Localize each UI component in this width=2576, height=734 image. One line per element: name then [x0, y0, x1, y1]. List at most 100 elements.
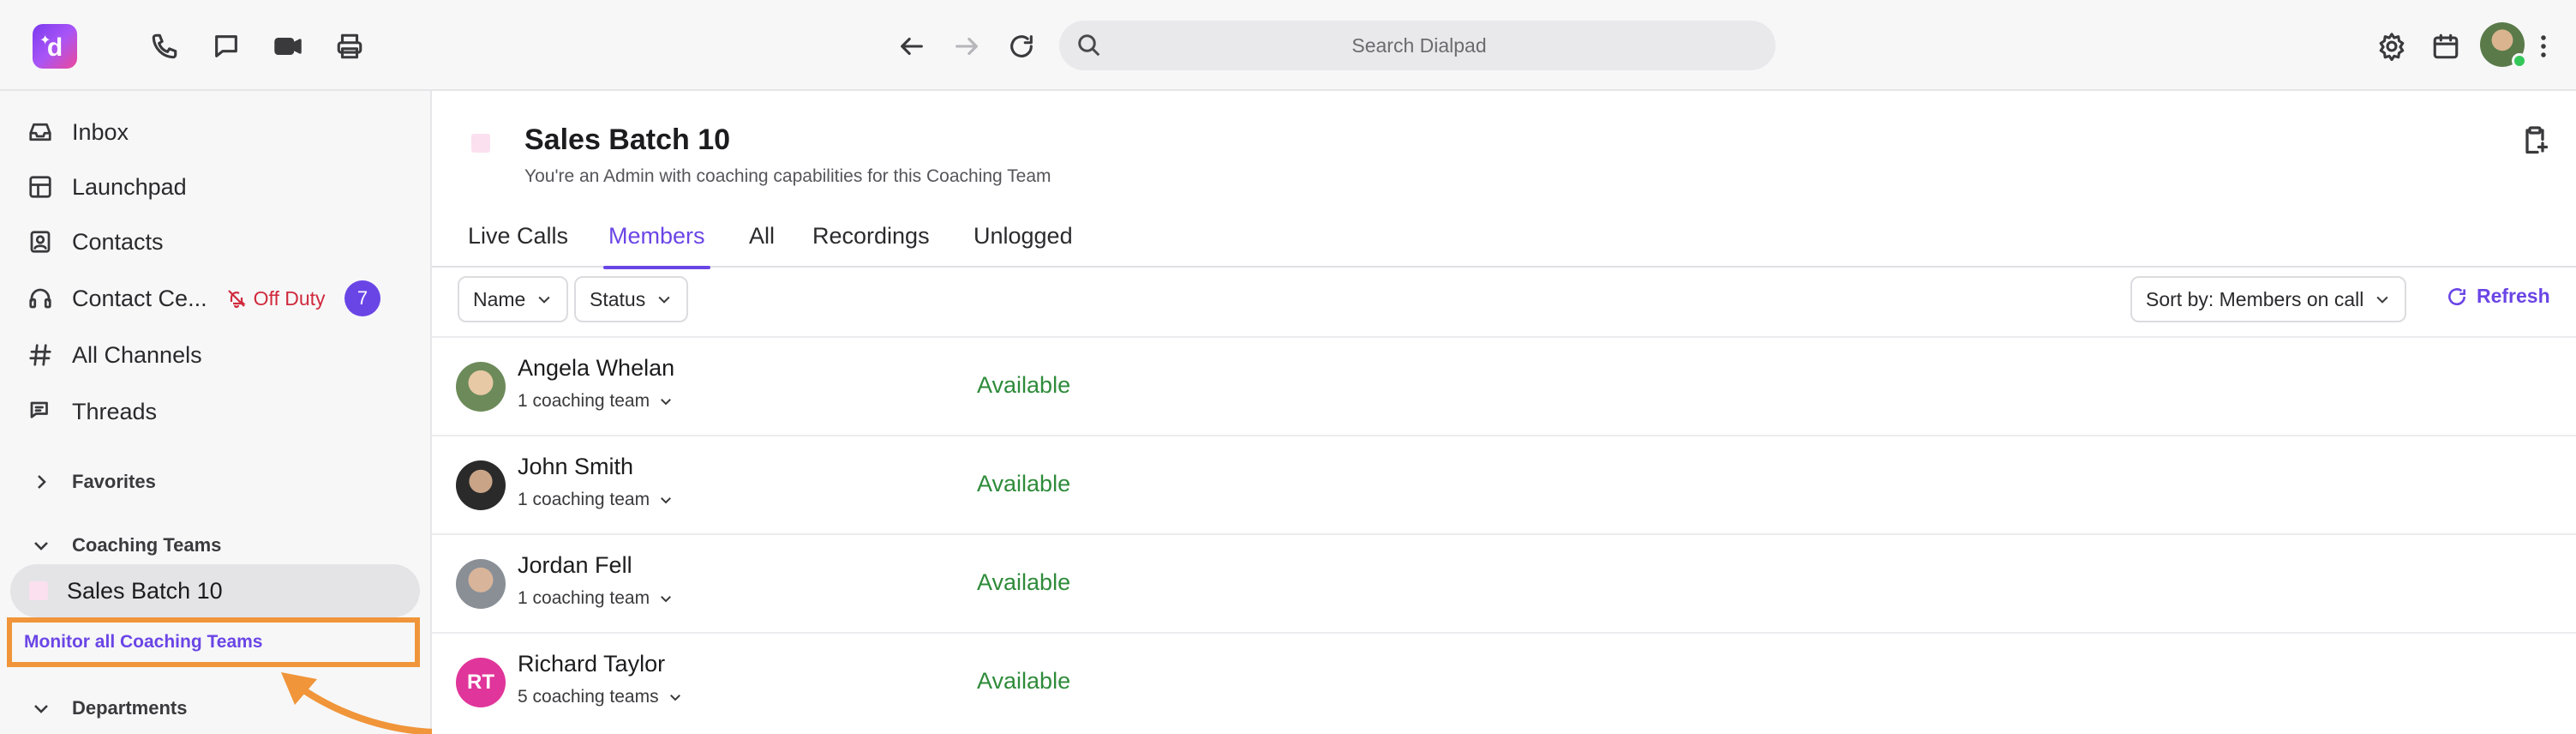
- chevron-down-icon: [34, 705, 48, 713]
- clipboard-add-icon: [2525, 126, 2549, 154]
- member-name: John Smith: [518, 454, 634, 479]
- sidebar-item-label: Contact Ce...: [72, 285, 207, 311]
- chevron-down-icon: [658, 296, 670, 304]
- forward-arrow-icon[interactable]: [950, 29, 984, 63]
- member-name: Angela Whelan: [518, 355, 675, 381]
- coaching-team-label: 1 coaching team: [518, 391, 650, 411]
- table-row[interactable]: Angela Whelan 1 coaching team Available: [432, 336, 2576, 435]
- table-row[interactable]: Jordan Fell 1 coaching team Available: [432, 533, 2576, 632]
- reload-icon[interactable]: [1004, 29, 1039, 63]
- coaching-team-label: 1 coaching team: [518, 490, 650, 509]
- back-arrow-icon[interactable]: [895, 29, 929, 63]
- dialpad-logo[interactable]: ✦ d: [33, 24, 77, 69]
- annotation-arrow: [281, 672, 437, 734]
- tab-live-calls[interactable]: Live Calls: [468, 223, 568, 268]
- chevron-down-icon: [661, 399, 672, 406]
- table-row[interactable]: RT Richard Taylor 5 coaching teams Avail…: [432, 632, 2576, 731]
- page-subtitle: You're an Admin with coaching capabiliti…: [524, 166, 1051, 186]
- tab-unlogged[interactable]: Unlogged: [973, 223, 1073, 268]
- favorites-label: Favorites: [72, 471, 156, 492]
- status-filter-dropdown[interactable]: Status: [574, 276, 689, 322]
- status-text: Available: [977, 668, 1071, 694]
- headset-icon: [26, 284, 55, 313]
- printer-icon[interactable]: [332, 29, 367, 63]
- coaching-team-count[interactable]: 1 coaching team: [518, 490, 674, 510]
- bell-off-icon: [227, 290, 246, 309]
- search-input[interactable]: [1111, 21, 1728, 70]
- coaching-team-count[interactable]: 1 coaching team: [518, 391, 674, 412]
- departments-section-header[interactable]: Departments: [31, 691, 187, 725]
- chat-bubble-icon[interactable]: [209, 29, 243, 63]
- tab-recordings[interactable]: Recordings: [812, 223, 930, 268]
- inbox-icon: [26, 117, 55, 147]
- refresh-icon: [2448, 287, 2465, 305]
- coaching-teams-label: Coaching Teams: [72, 534, 222, 556]
- phone-icon[interactable]: [147, 29, 182, 63]
- contacts-icon: [26, 227, 55, 256]
- sidebar-item-threads[interactable]: Threads: [26, 388, 420, 436]
- avatar-initials: RT: [456, 658, 506, 707]
- coaching-team-count[interactable]: 1 coaching team: [518, 588, 674, 609]
- tab-members[interactable]: Members: [603, 223, 710, 269]
- main-panel: Sales Batch 10 You're an Admin with coac…: [432, 91, 2576, 734]
- sidebar-item-label: All Channels: [72, 341, 202, 368]
- sidebar-item-label: Threads: [72, 398, 158, 424]
- gear-icon[interactable]: [2375, 29, 2409, 63]
- coaching-teams-section-header[interactable]: Coaching Teams: [31, 528, 221, 563]
- sidebar: Inbox Launchpad Contacts Contact Ce... O…: [0, 91, 437, 734]
- name-filter-dropdown[interactable]: Name: [458, 276, 569, 322]
- off-duty-label: Off Duty: [253, 286, 326, 310]
- unread-count-badge: 7: [344, 280, 380, 316]
- avatar: [456, 362, 506, 412]
- launchpad-icon: [26, 172, 55, 202]
- avatar: [456, 559, 506, 609]
- threads-icon: [26, 397, 55, 426]
- team-color-swatch: [29, 581, 48, 600]
- page-title: Sales Batch 10: [524, 123, 731, 156]
- sidebar-item-label: Launchpad: [72, 173, 187, 200]
- sidebar-item-sales-batch-10[interactable]: Sales Batch 10: [10, 564, 420, 617]
- sidebar-item-launchpad[interactable]: Launchpad: [26, 163, 420, 211]
- video-camera-icon[interactable]: [271, 29, 305, 63]
- refresh-label: Refresh: [2477, 285, 2550, 307]
- sidebar-item-contacts[interactable]: Contacts: [26, 218, 420, 266]
- tab-all[interactable]: All: [749, 223, 775, 268]
- avatar: [456, 460, 506, 510]
- hash-icon: [26, 340, 55, 370]
- sidebar-item-all-channels[interactable]: All Channels: [26, 331, 420, 379]
- tab-bar: Live Calls Members All Recordings Unlogg…: [432, 214, 2576, 269]
- team-color-swatch: [471, 134, 490, 153]
- coaching-team-count[interactable]: 5 coaching teams: [518, 687, 683, 707]
- monitor-all-coaching-teams-link[interactable]: Monitor all Coaching Teams: [7, 617, 420, 667]
- chevron-down-icon: [538, 296, 550, 304]
- sparkle-icon: ✦: [39, 33, 51, 48]
- sidebar-item-inbox[interactable]: Inbox: [26, 108, 420, 156]
- off-duty-status[interactable]: Off Duty: [226, 287, 326, 310]
- sidebar-item-label: Inbox: [72, 118, 129, 145]
- search-icon: [1076, 33, 1102, 58]
- coaching-team-label: 1 coaching team: [518, 588, 650, 608]
- status-text: Available: [977, 471, 1071, 496]
- chevron-down-icon: [34, 542, 48, 550]
- monitor-link-label: Monitor all Coaching Teams: [24, 632, 263, 652]
- clipboard-add-button[interactable]: [2519, 125, 2557, 163]
- top-bar: ✦ d: [0, 0, 2576, 91]
- chevron-down-icon: [2376, 296, 2388, 304]
- table-row[interactable]: John Smith 1 coaching team Available: [432, 435, 2576, 533]
- refresh-button[interactable]: Refresh: [2446, 285, 2550, 308]
- sidebar-item-label: Contacts: [72, 228, 164, 255]
- favorites-section-header[interactable]: Favorites: [31, 465, 156, 499]
- calendar-icon[interactable]: [2429, 29, 2463, 63]
- chevron-right-icon: [38, 475, 46, 489]
- online-status-dot: [2512, 53, 2527, 69]
- departments-label: Departments: [72, 697, 188, 719]
- coaching-team-label: 5 coaching teams: [518, 687, 659, 707]
- search-bar[interactable]: [1059, 21, 1776, 70]
- name-filter-label: Name: [473, 287, 526, 310]
- sort-dropdown[interactable]: Sort by: Members on call: [2130, 276, 2407, 322]
- status-text: Available: [977, 372, 1071, 398]
- sort-label: Sort by: Members on call: [2146, 287, 2364, 310]
- more-vertical-icon[interactable]: [2533, 29, 2554, 63]
- member-name: Richard Taylor: [518, 651, 666, 677]
- chevron-down-icon: [661, 596, 672, 603]
